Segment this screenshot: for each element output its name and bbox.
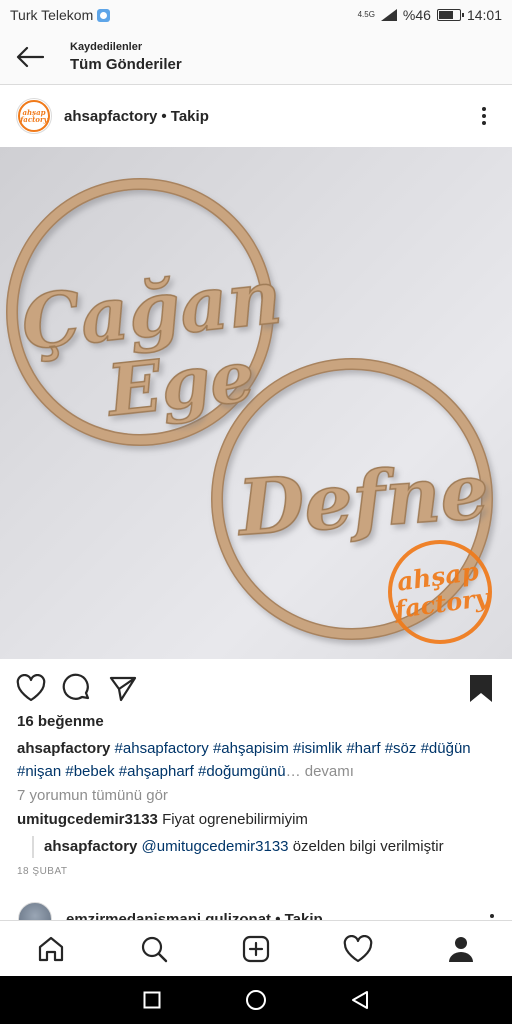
follow-button[interactable]: • Takip xyxy=(161,108,208,125)
tab-profile[interactable] xyxy=(436,924,486,974)
home-icon xyxy=(39,936,64,961)
post-photo: Çağan Ege Defne ahşap factory xyxy=(6,178,493,644)
recent-apps-button[interactable] xyxy=(132,980,172,1020)
carrier-name: Turk Telekom xyxy=(10,7,94,23)
battery-icon xyxy=(436,9,464,21)
like-button[interactable] xyxy=(14,671,48,705)
profile-icon xyxy=(448,936,473,962)
header-title: Tüm Gönderiler xyxy=(70,56,182,73)
hashtag[interactable]: #bebek xyxy=(65,763,114,780)
comment: umitugcedemir3133 Fiyat ogrenebilirmiyim xyxy=(17,811,308,828)
caption-more-link[interactable]: … devamı xyxy=(286,763,354,780)
heart-icon xyxy=(344,934,373,962)
like-count[interactable]: 16 beğenme xyxy=(17,713,104,730)
comment-username[interactable]: umitugcedemir3133 xyxy=(17,811,158,828)
send-icon xyxy=(109,676,137,702)
hashtag[interactable]: #söz xyxy=(385,740,417,757)
hashtag[interactable]: #harf xyxy=(346,740,380,757)
hashtag[interactable]: #nişan xyxy=(17,763,61,780)
reply-username[interactable]: ahsapfactory xyxy=(44,838,137,855)
avatar-logo: ahşap factory xyxy=(18,100,50,132)
share-button[interactable] xyxy=(106,671,140,705)
battery-percent: %46 xyxy=(402,7,431,23)
triangle-back-icon xyxy=(352,991,368,1009)
circle-icon xyxy=(246,990,266,1010)
search-icon xyxy=(141,936,167,962)
post-date: 18 ŞUBAT xyxy=(17,866,68,877)
back-nav-button[interactable] xyxy=(340,980,380,1020)
system-nav-bar xyxy=(0,976,512,1024)
tab-search[interactable] xyxy=(129,924,179,974)
app-header: Kaydedilenler Tüm Gönderiler xyxy=(0,30,512,85)
network-type: 4.5G xyxy=(358,11,375,19)
post-caption: ahsapfactory #ahsapfactory #ahşapisim #i… xyxy=(17,737,497,783)
bottom-tab-bar xyxy=(0,920,512,976)
status-bar: Turk Telekom 4.5G %46 14:01 xyxy=(0,0,512,30)
hashtag[interactable]: #düğün xyxy=(421,740,471,757)
tab-activity[interactable] xyxy=(333,924,383,974)
hashtag[interactable]: #isimlik xyxy=(293,740,342,757)
arrow-left-icon xyxy=(16,46,44,68)
square-icon xyxy=(143,991,161,1009)
reply-mention[interactable]: @umitugcedemir3133 xyxy=(142,838,289,855)
hashtag[interactable]: #ahşapharf xyxy=(119,763,194,780)
security-shield-icon xyxy=(97,8,111,22)
bookmark-icon xyxy=(470,675,492,702)
comment-icon xyxy=(62,673,90,700)
header-subtitle: Kaydedilenler xyxy=(70,41,143,53)
avatar[interactable]: ahşap factory xyxy=(16,98,52,134)
back-button[interactable] xyxy=(0,30,60,85)
post-actions xyxy=(0,668,512,708)
tab-home[interactable] xyxy=(26,924,76,974)
hashtag[interactable]: #ahsapfactory xyxy=(115,740,209,757)
watermark-logo: ahşap factory xyxy=(388,540,492,644)
comment-reply: ahsapfactory @umitugcedemir3133 özelden … xyxy=(32,836,444,858)
more-vertical-icon[interactable] xyxy=(472,104,496,128)
signal-icon xyxy=(380,9,397,21)
save-button[interactable] xyxy=(464,671,498,705)
post-image[interactable]: Çağan Ege Defne ahşap factory xyxy=(0,147,512,659)
view-all-comments-link[interactable]: 7 yorumun tümünü gör xyxy=(17,787,168,804)
reply-text: özelden bilgi verilmiştir xyxy=(292,838,444,855)
post-username[interactable]: ahsapfactory xyxy=(64,108,157,125)
comment-text: Fiyat ogrenebilirmiyim xyxy=(162,811,308,828)
post-header: ahşap factory ahsapfactory • Takip xyxy=(0,86,512,146)
wood-name-ege: Ege xyxy=(102,334,259,432)
status-right: 4.5G %46 14:01 xyxy=(358,7,502,23)
wood-name-defne: Defne xyxy=(233,446,491,552)
caption-username[interactable]: ahsapfactory xyxy=(17,740,110,757)
home-nav-button[interactable] xyxy=(236,980,276,1020)
comment-button[interactable] xyxy=(60,671,94,705)
heart-icon xyxy=(16,674,46,702)
avatar-logo-text: ahşap factory xyxy=(20,108,48,124)
clock: 14:01 xyxy=(466,7,502,23)
hashtag[interactable]: #doğumgünü xyxy=(198,763,286,780)
tab-add-post[interactable] xyxy=(231,924,281,974)
hashtag[interactable]: #ahşapisim xyxy=(213,740,289,757)
header-text: Kaydedilenler Tüm Gönderiler xyxy=(70,41,182,73)
add-post-icon xyxy=(242,935,270,962)
carrier: Turk Telekom xyxy=(10,7,111,23)
network-label: 4.5G xyxy=(357,10,375,19)
